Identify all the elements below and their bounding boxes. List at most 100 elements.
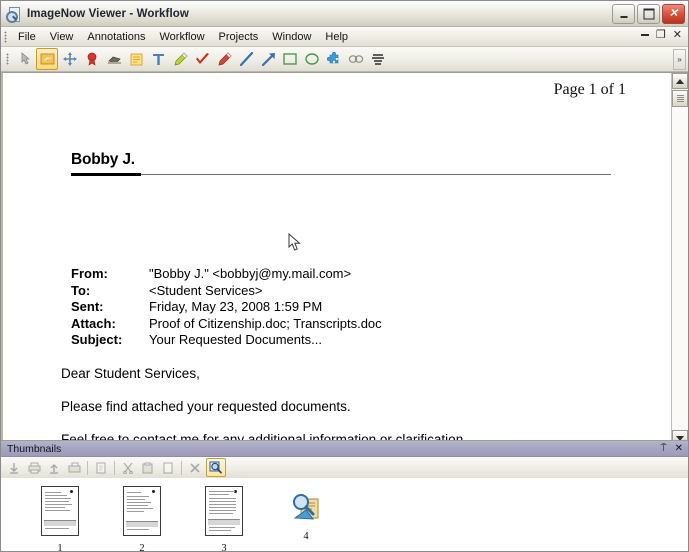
fax-icon [65, 459, 83, 476]
field-value-to: <Student Services> [149, 282, 263, 298]
checkmark-tool-icon[interactable] [192, 49, 212, 69]
document-viewer: Page 1 of 1 Bobby J. From: "Bobby J." <b… [1, 72, 688, 446]
thumbnails-panel: Thumbnails ⍑ ✕ 1 2 3 4 [1, 440, 688, 551]
cut-page-icon [119, 459, 137, 476]
first-page-icon [5, 459, 23, 476]
thumbnail-item[interactable]: 2 [101, 486, 183, 552]
paste-page-icon [139, 459, 157, 476]
menu-item-help[interactable]: Help [318, 29, 355, 45]
minimize-button[interactable] [612, 4, 635, 24]
window-titlebar: ImageNow Viewer - Workflow ✕ [1, 1, 688, 27]
puzzle-tool-icon[interactable] [324, 49, 344, 69]
upload-icon [45, 459, 63, 476]
thumbnail-label: 1 [57, 543, 63, 552]
thumbnails-toolbar [1, 457, 688, 479]
menu-item-workflow[interactable]: Workflow [153, 29, 212, 45]
window-title: ImageNow Viewer - Workflow [27, 7, 189, 20]
field-row-from: From: "Bobby J." <bobbyj@my.mail.com> [71, 266, 382, 283]
text-tool-icon[interactable] [148, 49, 168, 69]
field-row-subject: Subject: Your Requested Documents... [71, 332, 382, 349]
eraser-tool-icon[interactable] [104, 49, 124, 69]
line-tool-icon[interactable] [236, 49, 256, 69]
menu-bar: File View Annotations Workflow Projects … [1, 27, 688, 47]
field-value-sent: Friday, May 23, 2008 1:59 PM [149, 299, 323, 314]
scroll-up-button[interactable] [672, 73, 688, 89]
field-label-to: To: [71, 282, 91, 298]
header-rule [71, 174, 611, 175]
hand-tool-icon[interactable] [36, 48, 58, 70]
scrollbar-thumb[interactable] [672, 90, 688, 107]
move-tool-icon[interactable] [60, 49, 80, 69]
link-tool-icon[interactable] [346, 49, 366, 69]
thumbnails-panel-titlebar: Thumbnails ⍑ ✕ [1, 441, 688, 457]
field-label-subject: Subject: [71, 332, 123, 347]
sender-heading: Bobby J. [71, 151, 135, 168]
ellipse-tool-icon[interactable] [302, 49, 322, 69]
menu-item-view[interactable]: View [43, 29, 81, 45]
field-label-from: From: [71, 266, 108, 281]
document-vertical-scrollbar[interactable] [671, 73, 688, 446]
stamp-tool-icon[interactable] [82, 49, 102, 69]
new-page-icon [159, 459, 177, 476]
mdi-close-button[interactable]: ✕ [673, 29, 682, 41]
copy-page-icon [92, 459, 110, 476]
zoom-page-icon[interactable] [206, 458, 226, 477]
annotation-toolbar: » [1, 47, 688, 72]
toolbar-overflow-button[interactable]: » [673, 49, 686, 70]
mdi-restore-button[interactable]: ❐ [656, 29, 666, 41]
field-value-subject: Your Requested Documents... [149, 332, 322, 347]
sticky-note-tool-icon[interactable] [126, 49, 146, 69]
thumbnail-page-preview [41, 486, 79, 536]
arrow-tool-icon[interactable] [258, 49, 278, 69]
menu-item-annotations[interactable]: Annotations [80, 29, 152, 45]
print-icon [25, 459, 43, 476]
mdi-child-controls: ❐ ✕ [640, 29, 682, 41]
document-page[interactable]: Page 1 of 1 Bobby J. From: "Bobby J." <b… [3, 73, 671, 446]
imagenow-viewer-window: ImageNow Viewer - Workflow ✕ File View A… [0, 0, 689, 552]
auto-hide-pin-icon[interactable]: ⍑ [661, 443, 667, 454]
thumbnail-label: 4 [303, 531, 309, 542]
field-label-sent: Sent: [71, 299, 104, 314]
menu-grip-icon[interactable] [4, 30, 7, 43]
pen-tool-icon[interactable] [214, 49, 234, 69]
thumbnail-item[interactable]: 3 [183, 486, 265, 552]
close-button[interactable]: ✕ [662, 4, 685, 24]
delete-page-icon [186, 459, 204, 476]
thumbnails-panel-controls: ⍑ ✕ [661, 441, 683, 456]
thumbnails-panel-title: Thumbnails [7, 442, 62, 455]
thumbnail-item[interactable]: 1 [19, 486, 101, 552]
thumbnail-label: 2 [139, 543, 145, 552]
menu-item-window[interactable]: Window [265, 29, 318, 45]
body-paragraph-1: Please find attached your requested docu… [61, 399, 351, 414]
field-row-sent: Sent: Friday, May 23, 2008 1:59 PM [71, 299, 382, 316]
highlighter-tool-icon[interactable] [170, 49, 190, 69]
field-value-attach: Proof of Citizenship.doc; Transcripts.do… [149, 315, 382, 331]
page-indicator: Page 1 of 1 [553, 81, 626, 98]
pointer-tool-icon[interactable] [14, 49, 34, 69]
lines-tool-icon[interactable] [368, 49, 388, 69]
document-magnifier-icon [6, 6, 22, 23]
thumbnail-page-preview [205, 486, 243, 536]
header-rule-thick [71, 173, 141, 176]
field-value-from: "Bobby J." <bobbyj@my.mail.com> [149, 266, 352, 281]
body-paragraph-greeting: Dear Student Services, [61, 366, 200, 381]
field-label-attach: Attach: [71, 315, 116, 331]
thumbnail-item[interactable]: 4 [265, 486, 347, 542]
thumbnails-list: 1 2 3 4 [1, 478, 688, 551]
window-controls: ✕ [612, 4, 685, 24]
scrollbar-track[interactable] [672, 107, 688, 430]
toolbar-grip-icon[interactable] [6, 53, 9, 65]
maximize-button[interactable] [637, 4, 660, 24]
thumbnails-panel-close-icon[interactable]: ✕ [675, 443, 683, 454]
attachment-icon [289, 492, 323, 524]
arrow-pointer-icon [288, 232, 302, 253]
thumbnail-label: 3 [221, 543, 227, 552]
field-row-attach: Attach: Proof of Citizenship.doc; Transc… [71, 316, 382, 333]
mdi-minimize-button[interactable] [640, 29, 649, 41]
menu-item-file[interactable]: File [11, 29, 43, 45]
email-body: Dear Student Services, Please find attac… [61, 366, 467, 446]
email-header-fields: From: "Bobby J." <bobbyj@my.mail.com> To… [71, 266, 382, 349]
rectangle-tool-icon[interactable] [280, 49, 300, 69]
menu-item-projects[interactable]: Projects [212, 29, 266, 45]
thumbnail-page-preview [123, 486, 161, 536]
